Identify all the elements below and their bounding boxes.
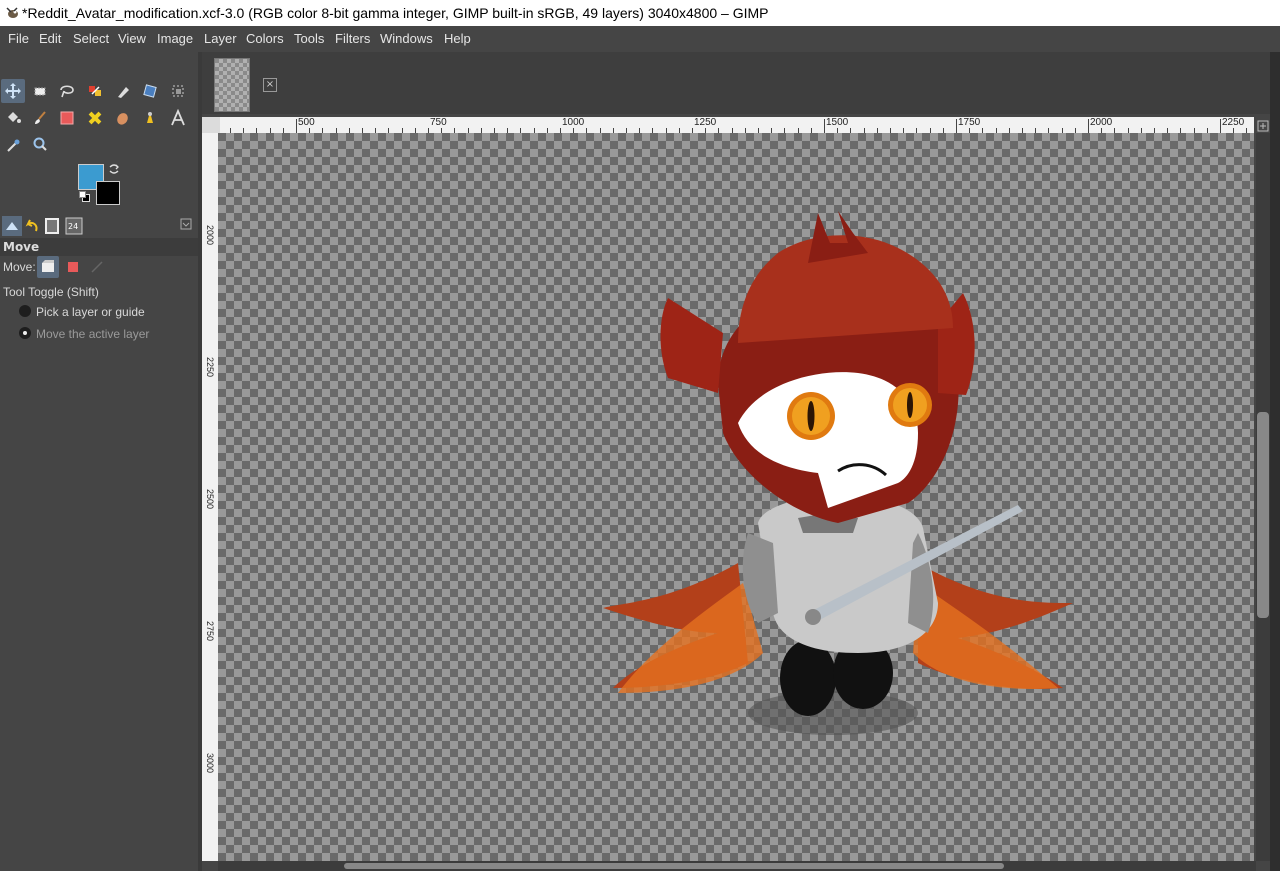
right-dock-edge bbox=[1270, 52, 1280, 871]
vruler-label: 2000 bbox=[205, 225, 215, 246]
title-bar: *Reddit_Avatar_modification.xcf-3.0 (RGB… bbox=[0, 0, 1280, 26]
eraser-icon[interactable] bbox=[55, 106, 79, 130]
layer-icon bbox=[42, 260, 54, 272]
text-tool-icon[interactable] bbox=[166, 106, 190, 130]
avatar-artwork bbox=[603, 211, 1073, 735]
move-mode-label: Move: bbox=[3, 260, 36, 274]
dock-tabs: 24 bbox=[0, 214, 198, 236]
horizontal-ruler[interactable]: 500 750 1000 1250 1500 1750 2000 2250 bbox=[220, 117, 1254, 133]
menu-image[interactable]: Image bbox=[155, 26, 195, 52]
menu-filters[interactable]: Filters bbox=[333, 26, 372, 52]
vruler-label: 2250 bbox=[205, 357, 215, 378]
undo-history-tab-icon[interactable] bbox=[22, 216, 42, 236]
zoom-lock-icon[interactable] bbox=[1257, 118, 1269, 132]
tool-options-tab-icon[interactable] bbox=[2, 216, 22, 236]
vruler-label: 3000 bbox=[205, 753, 215, 774]
move-path-mode-button[interactable] bbox=[88, 258, 106, 276]
menu-view[interactable]: View bbox=[116, 26, 148, 52]
hruler-label: 2250 bbox=[1222, 117, 1245, 128]
swap-colors-icon[interactable] bbox=[108, 163, 120, 175]
menu-windows[interactable]: Windows bbox=[378, 26, 435, 52]
healing-icon[interactable] bbox=[83, 106, 107, 130]
images-tab-icon[interactable] bbox=[42, 216, 62, 236]
crop-icon[interactable] bbox=[166, 79, 190, 103]
window-title: *Reddit_Avatar_modification.xcf-3.0 (RGB… bbox=[22, 5, 769, 21]
selection-icon bbox=[68, 262, 78, 272]
ruler-tick bbox=[1088, 119, 1089, 133]
ruler-tick bbox=[1220, 119, 1221, 133]
rect-select-icon[interactable] bbox=[28, 79, 52, 103]
hruler-label: 1000 bbox=[562, 117, 585, 128]
hruler-label: 1500 bbox=[826, 117, 849, 128]
hruler-label: 500 bbox=[298, 117, 315, 128]
move-active-layer-label[interactable]: Move the active layer bbox=[36, 327, 149, 341]
menu-file[interactable]: File bbox=[6, 26, 31, 52]
image-thumbnail[interactable] bbox=[214, 58, 250, 112]
hruler-label: 750 bbox=[430, 117, 447, 128]
vertical-ruler[interactable]: 2000 2250 2500 2750 3000 bbox=[202, 133, 218, 861]
vruler-label: 2750 bbox=[205, 621, 215, 642]
pick-layer-radio[interactable] bbox=[19, 305, 31, 317]
menu-tools[interactable]: Tools bbox=[292, 26, 326, 52]
menu-edit[interactable]: Edit bbox=[37, 26, 63, 52]
hruler-label: 1250 bbox=[694, 117, 717, 128]
color-picker-icon[interactable] bbox=[1, 133, 25, 157]
tool-options-header: Move bbox=[0, 238, 198, 256]
horizontal-scrollbar-thumb[interactable] bbox=[344, 863, 1004, 869]
pick-layer-label[interactable]: Pick a layer or guide bbox=[36, 305, 145, 319]
ruler-tick bbox=[956, 119, 957, 133]
menu-help[interactable]: Help bbox=[442, 26, 473, 52]
image-tabs-bar bbox=[202, 52, 1280, 114]
paths-icon[interactable] bbox=[111, 79, 135, 103]
close-image-icon[interactable]: × bbox=[263, 78, 277, 92]
device-status-tab-icon[interactable]: 24 bbox=[64, 216, 84, 236]
move-selection-mode-button[interactable] bbox=[64, 258, 82, 276]
menu-layer[interactable]: Layer bbox=[202, 26, 239, 52]
ruler-corner[interactable] bbox=[202, 117, 220, 133]
background-color[interactable] bbox=[96, 181, 120, 205]
move-tool-icon[interactable] bbox=[1, 79, 25, 103]
move-layer-mode-button[interactable] bbox=[37, 256, 59, 278]
fuzzy-select-icon[interactable] bbox=[83, 79, 107, 103]
svg-text:24: 24 bbox=[68, 222, 78, 231]
move-active-layer-radio[interactable] bbox=[19, 327, 31, 339]
menu-colors[interactable]: Colors bbox=[244, 26, 286, 52]
vruler-label: 2500 bbox=[205, 489, 215, 510]
ruler-tick bbox=[296, 119, 297, 133]
bucket-fill-icon[interactable] bbox=[1, 106, 25, 130]
hruler-label: 1750 bbox=[958, 117, 981, 128]
paintbrush-icon[interactable] bbox=[28, 106, 52, 130]
hruler-label: 2000 bbox=[1090, 117, 1113, 128]
menu-select[interactable]: Select bbox=[71, 26, 111, 52]
path-icon bbox=[91, 261, 103, 273]
default-colors-icon[interactable] bbox=[79, 191, 90, 202]
tool-toggle-label: Tool Toggle (Shift) bbox=[3, 285, 99, 299]
gimp-icon bbox=[6, 7, 18, 18]
vertical-scrollbar-thumb[interactable] bbox=[1257, 412, 1269, 618]
unified-transform-icon[interactable] bbox=[138, 79, 162, 103]
configure-tab-icon[interactable] bbox=[180, 218, 192, 230]
menu-bar: File Edit Select View Image Layer Colors… bbox=[0, 26, 1280, 52]
dodge-burn-icon[interactable] bbox=[138, 106, 162, 130]
zoom-icon[interactable] bbox=[28, 133, 52, 157]
smudge-icon[interactable] bbox=[111, 106, 135, 130]
ruler-tick bbox=[824, 119, 825, 133]
free-select-icon[interactable] bbox=[55, 79, 79, 103]
image-canvas[interactable] bbox=[218, 133, 1254, 861]
